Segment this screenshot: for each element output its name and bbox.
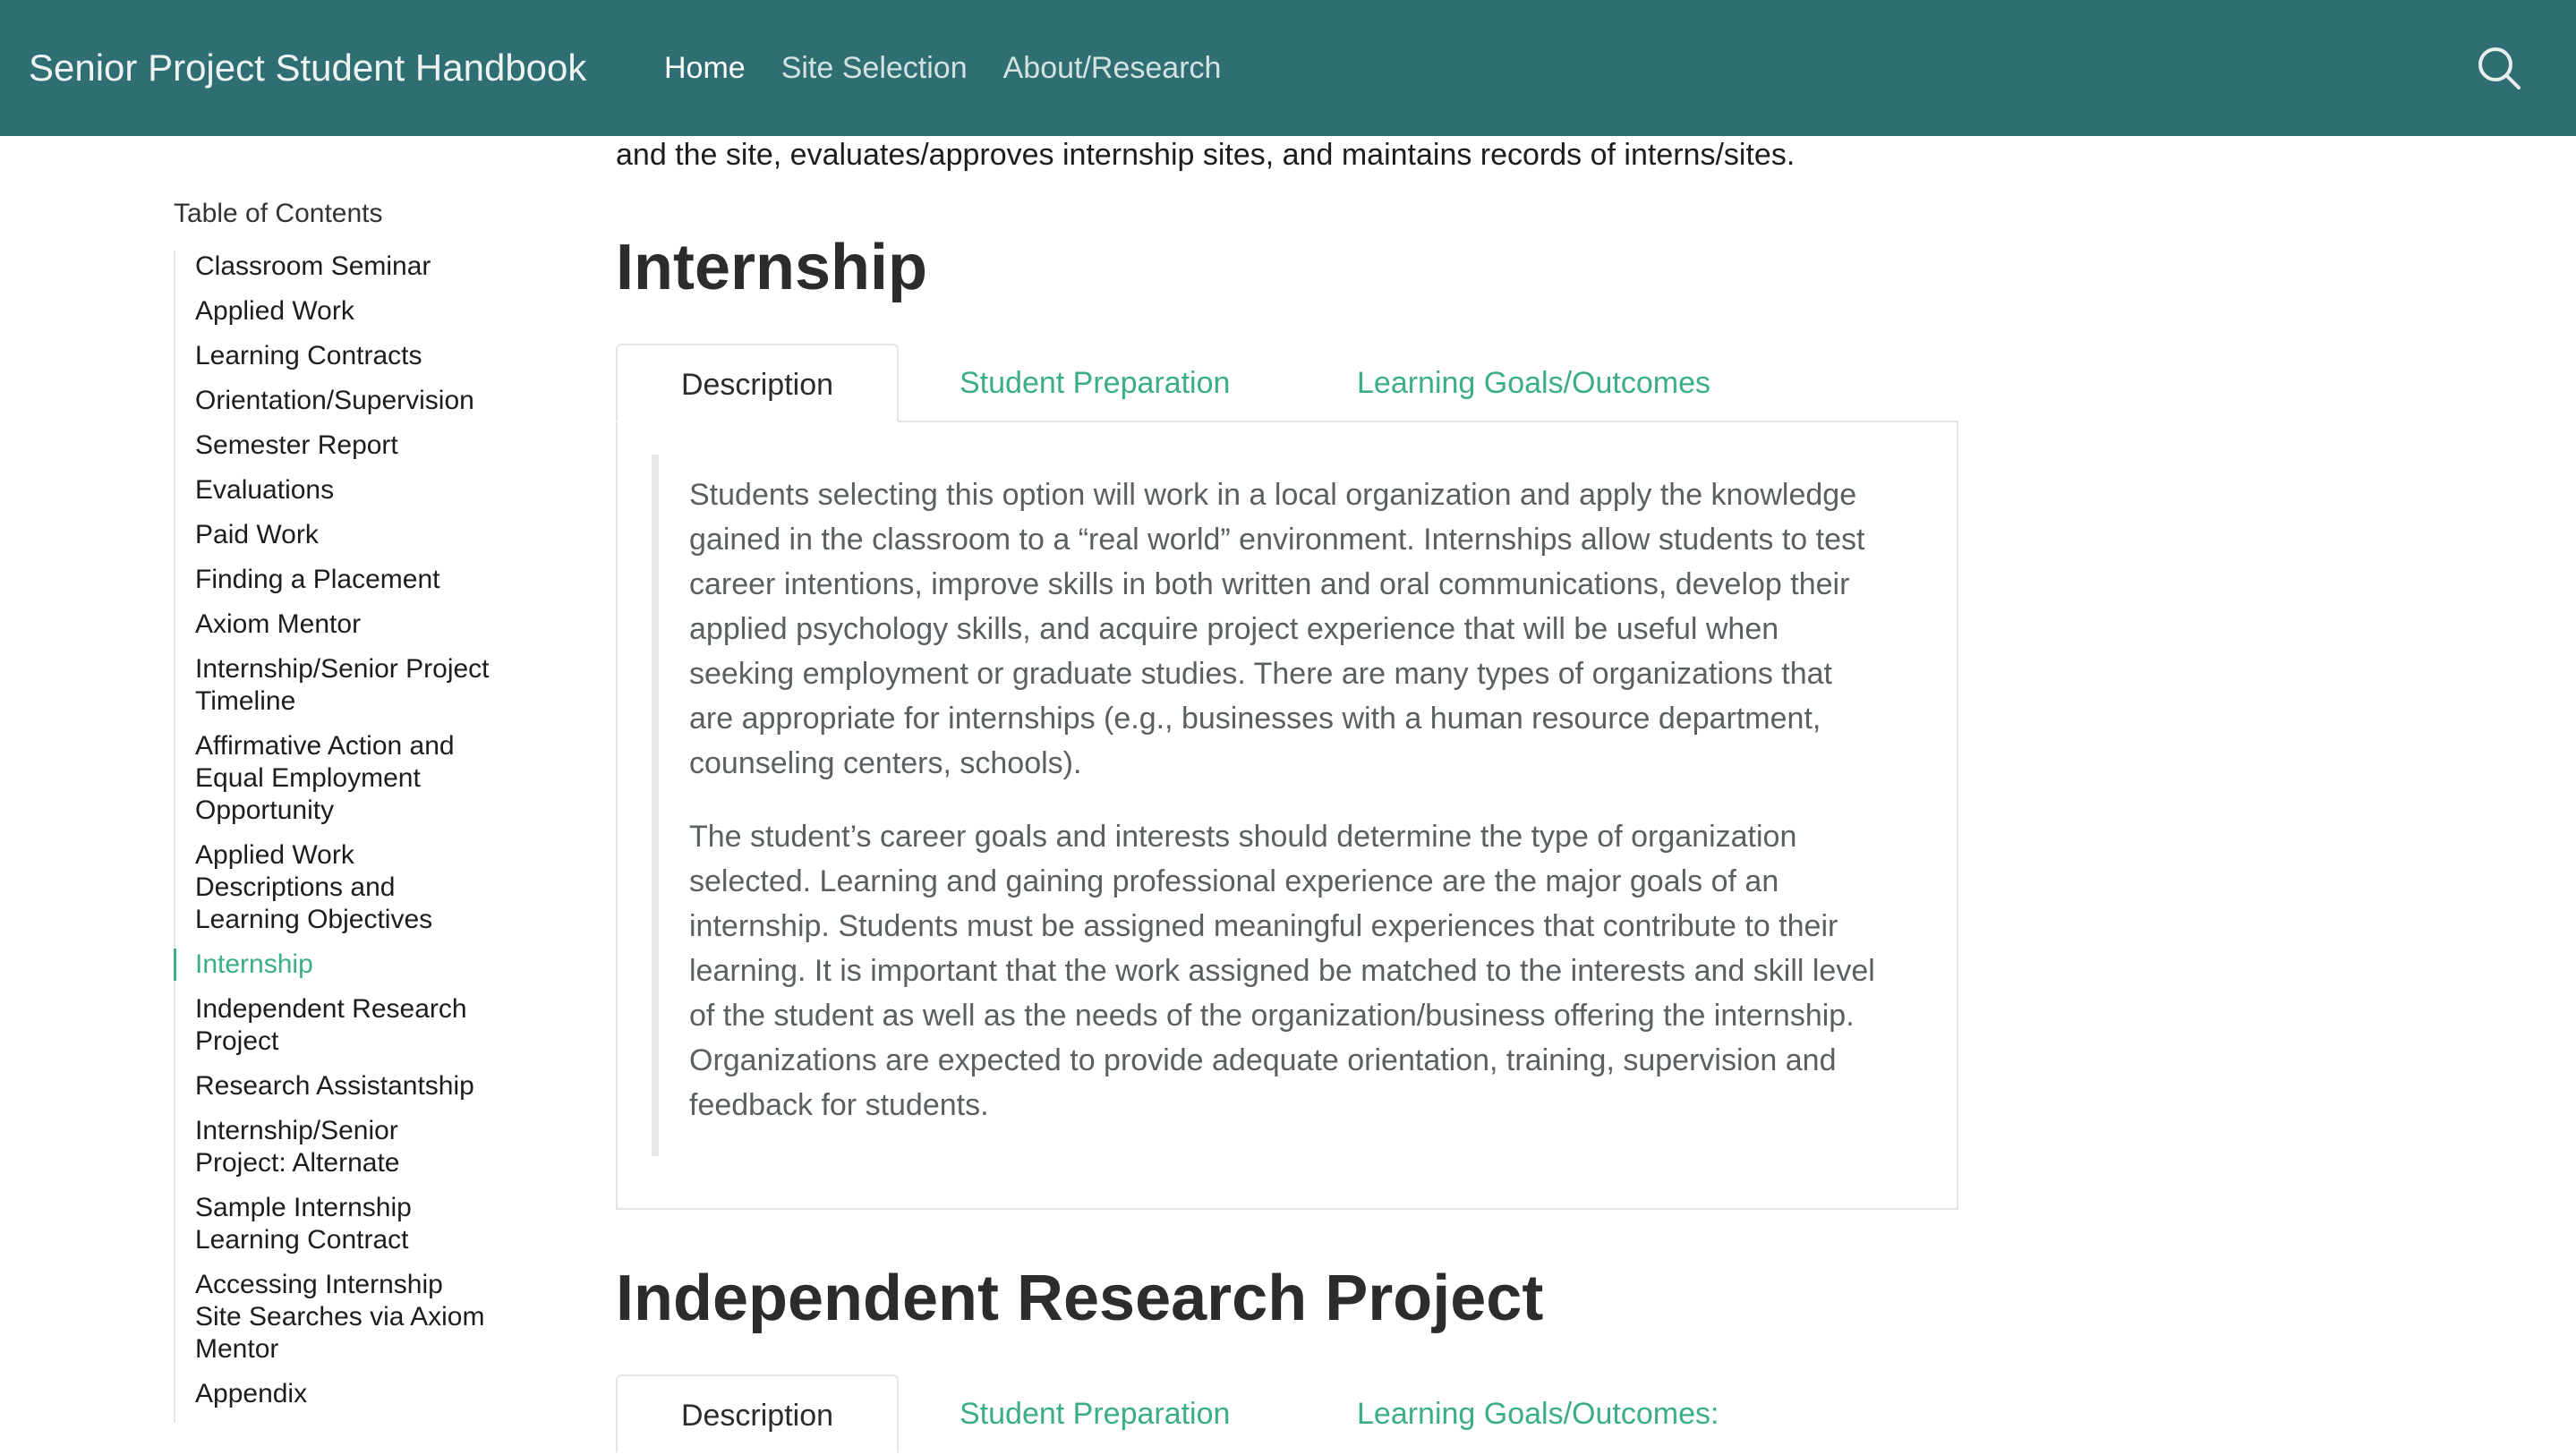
independent-research-tabs: Description Student Preparation Learning… [616, 1374, 1958, 1453]
toc-item-timeline[interactable]: Internship/Senior Project Timeline [195, 653, 496, 718]
tab-learning-goals-outcomes[interactable]: Learning Goals/Outcomes: [1357, 1374, 1719, 1453]
tab-learning-goals-outcomes[interactable]: Learning Goals/Outcomes [1357, 344, 1710, 422]
toc-item-learning-contracts[interactable]: Learning Contracts [195, 340, 496, 372]
toc-item-independent-research-project[interactable]: Independent Research Project [195, 993, 496, 1058]
toc-item-semester-report[interactable]: Semester Report [195, 430, 496, 462]
description-blockquote: Students selecting this option will work… [652, 455, 1914, 1156]
description-paragraph-1: Students selecting this option will work… [689, 478, 1865, 780]
toc-item-internship-alternate[interactable]: Internship/Senior Project: Alternate [195, 1115, 496, 1179]
toc-item-accessing-site-searches[interactable]: Accessing Internship Site Searches via A… [195, 1269, 496, 1366]
nav-link-about-research[interactable]: About/Research [1003, 51, 1222, 86]
tab-student-preparation[interactable]: Student Preparation [960, 1374, 1230, 1453]
nav-link-home[interactable]: Home [664, 51, 746, 86]
toc-list: Classroom Seminar Applied Work Learning … [174, 251, 496, 1423]
intro-line: and the site, evaluates/approves interns… [616, 138, 1796, 172]
tab-description[interactable]: Description [616, 1374, 899, 1453]
tab-description[interactable]: Description [616, 344, 899, 422]
toc-item-finding-a-placement[interactable]: Finding a Placement [195, 564, 496, 596]
toc-item-sample-learning-contract[interactable]: Sample Internship Learning Contract [195, 1192, 496, 1256]
toc-item-affirmative-action[interactable]: Affirmative Action and Equal Employment … [195, 730, 496, 827]
toc-item-paid-work[interactable]: Paid Work [195, 519, 496, 551]
toc-item-research-assistantship[interactable]: Research Assistantship [195, 1070, 496, 1102]
toc-item-classroom-seminar[interactable]: Classroom Seminar [195, 251, 496, 283]
toc-item-appendix[interactable]: Appendix [195, 1378, 496, 1410]
toc-item-applied-work[interactable]: Applied Work [195, 295, 496, 328]
toc-item-internship[interactable]: Internship [174, 949, 496, 981]
tab-panel-description: Students selecting this option will work… [616, 421, 1958, 1210]
description-paragraph-2: The student’s career goals and interests… [689, 820, 1875, 1122]
toc-item-axiom-mentor[interactable]: Axiom Mentor [195, 608, 496, 641]
toc-item-orientation-supervision[interactable]: Orientation/Supervision [195, 385, 496, 417]
site-brand[interactable]: Senior Project Student Handbook [29, 0, 586, 136]
section-title-independent-research-project: Independent Research Project [616, 1263, 1544, 1334]
toc-item-evaluations[interactable]: Evaluations [195, 474, 496, 506]
tab-student-preparation[interactable]: Student Preparation [960, 344, 1230, 422]
toc-item-applied-work-descriptions[interactable]: Applied Work Descriptions and Learning O… [195, 839, 496, 936]
main-nav: Home Site Selection About/Research [664, 0, 1257, 136]
section-title-internship: Internship [616, 232, 928, 303]
internship-tabs: Description Student Preparation Learning… [616, 344, 1958, 422]
toc-title: Table of Contents [174, 199, 383, 228]
search-icon[interactable] [2476, 45, 2522, 91]
nav-link-site-selection[interactable]: Site Selection [781, 51, 968, 86]
top-navbar: Senior Project Student Handbook Home Sit… [0, 0, 2576, 136]
